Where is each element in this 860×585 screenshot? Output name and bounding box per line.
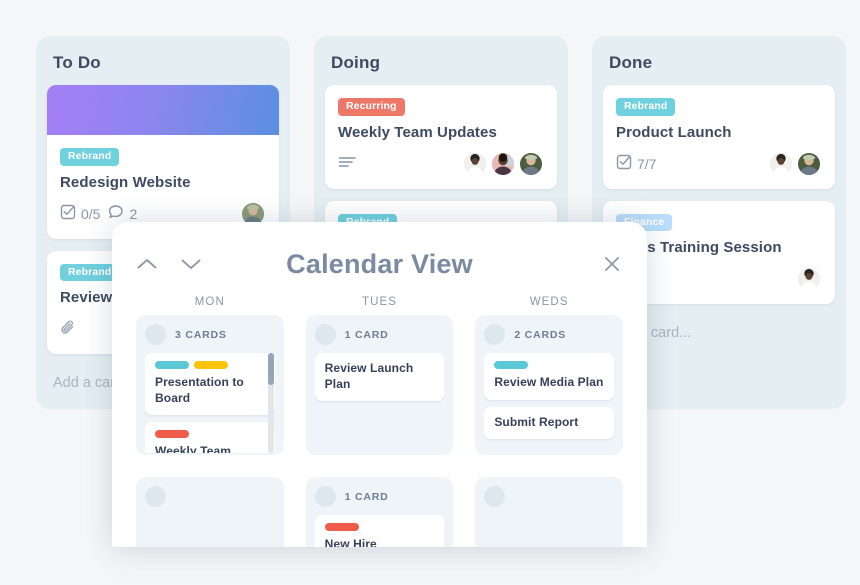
calendar-card-title: Presentation to Board [155,375,244,405]
day-cell[interactable]: 1 CARD New Hire Onboarding [305,477,454,547]
attachment-indicator [60,319,77,339]
checklist-count: 0/5 [81,205,101,222]
day-card-list: Review Media Plan Submit Report [484,353,614,453]
checkbox-check-icon [616,154,632,173]
day-card-count: 1 CARD [344,490,389,503]
calendar-day-next-tues: 1 CARD New Hire Onboarding [305,463,454,547]
comment-count: 2 [129,205,138,222]
card-label-badge[interactable]: Rebrand [616,98,676,116]
card-label-chips [494,361,604,369]
day-cell[interactable]: 2 CARDS Review Media Plan Submit Report [475,315,623,455]
calendar-day-mon: MON 3 CARDS Presentation to Board Weekly… [136,296,284,455]
card-redesign-website[interactable]: Rebrand Redesign Website 0/5 2 [47,85,279,239]
calendar-view-modal: Calendar View MON 3 CARDS Presentation t… [112,222,647,547]
day-list-scrollbar[interactable] [267,353,274,453]
description-indicator [338,155,357,172]
avatar[interactable] [490,150,516,177]
modal-header: Calendar View [136,240,623,288]
day-card-list [484,515,614,547]
card-label-chips [155,361,265,369]
calendar-card-title: Review Launch Plan [324,361,414,391]
checklist-indicator: 0/5 [60,204,100,223]
card-title: Weekly Team Updates [338,123,497,141]
calendar-card[interactable]: Presentation to Board [145,353,275,416]
description-lines-icon [338,155,357,172]
close-icon[interactable] [601,253,623,275]
card-member-avatars[interactable] [462,150,544,177]
day-date-circle [314,486,336,507]
calendar-card-title: Weekly Team Meeting and Retrospective [155,444,232,453]
label-chip [155,430,189,439]
checklist-indicator: 7/7 [616,154,656,173]
comment-bubble-icon [108,204,124,223]
calendar-week-row-1: MON 3 CARDS Presentation to Board Weekly… [136,296,623,455]
day-date-circle [484,486,506,507]
card-label-badge[interactable]: Rebrand [60,263,120,282]
card-member-avatars[interactable] [768,150,822,177]
column-title: To Do [53,53,101,72]
day-card-count: 2 CARDS [514,328,567,341]
calendar-card-title: Submit Report [494,414,579,429]
avatar[interactable] [518,150,544,177]
card-label-chips [155,430,265,439]
card-member-avatars[interactable] [796,266,822,293]
calendar-card[interactable]: Submit Report [484,406,614,440]
day-date-circle [145,486,166,507]
checklist-count: 7/7 [637,155,657,172]
day-cell[interactable]: 3 CARDS Presentation to Board Weekly Tea… [136,315,284,455]
card-product-launch[interactable]: Rebrand Product Launch 7/7 [603,85,835,189]
paperclip-icon [60,319,77,339]
day-card-list: New Hire Onboarding [314,515,445,547]
calendar-card-title: Review Media Plan [494,375,604,389]
calendar-day-weds: WEDS 2 CARDS Review Media Plan Submit Re… [475,296,623,455]
calendar-card[interactable]: Weekly Team Meeting and Retrospective [145,422,275,453]
day-label: MON [194,296,225,308]
avatar[interactable] [796,150,822,177]
column-title: Done [609,53,653,72]
calendar-day-next-mon [136,463,284,547]
day-cell[interactable] [475,477,623,547]
card-label-badge[interactable]: Recurring [338,98,405,116]
label-chip [494,361,529,369]
scrollbar-thumb[interactable] [267,353,274,385]
card-cover-image [47,85,279,135]
day-card-list [145,515,275,547]
day-card-count: 3 CARDS [175,328,227,341]
column-title: Doing [331,53,381,72]
day-card-list: Presentation to Board Weekly Team Meetin… [145,353,275,453]
label-chip [324,523,359,531]
day-card-count: 1 CARD [344,328,389,341]
day-date-circle [145,324,166,345]
day-cell[interactable]: 1 CARD Review Launch Plan [305,315,454,455]
avatar[interactable] [768,150,794,177]
calendar-card-title: New Hire Onboarding [324,537,377,547]
card-weekly-team-updates[interactable]: Recurring Weekly Team Updates [325,85,557,189]
checkbox-check-icon [60,204,76,223]
card-title: Product Launch [616,123,732,141]
avatar[interactable] [796,266,822,293]
card-title: Redesign Website [60,173,191,191]
avatar[interactable] [462,150,488,177]
card-label-badge[interactable]: Rebrand [60,148,120,166]
day-cell[interactable] [136,477,284,547]
calendar-card[interactable]: New Hire Onboarding [314,515,445,547]
day-card-list: Review Launch Plan [314,353,445,453]
calendar-day-tues: TUES 1 CARD Review Launch Plan [305,296,454,455]
label-chip [194,361,228,369]
day-date-circle [484,324,506,345]
label-chip [155,361,189,369]
calendar-week-row-2: 1 CARD New Hire Onboarding [136,463,623,547]
calendar-card[interactable]: Review Launch Plan [314,353,445,402]
card-label-chips [324,523,435,531]
day-date-circle [314,324,336,345]
day-label: WEDS [529,296,569,308]
calendar-card[interactable]: Review Media Plan [484,353,614,400]
day-label: TUES [361,296,398,308]
modal-title: Calendar View [286,248,473,279]
calendar-day-next-weds [475,463,623,547]
comment-indicator: 2 [108,204,137,223]
